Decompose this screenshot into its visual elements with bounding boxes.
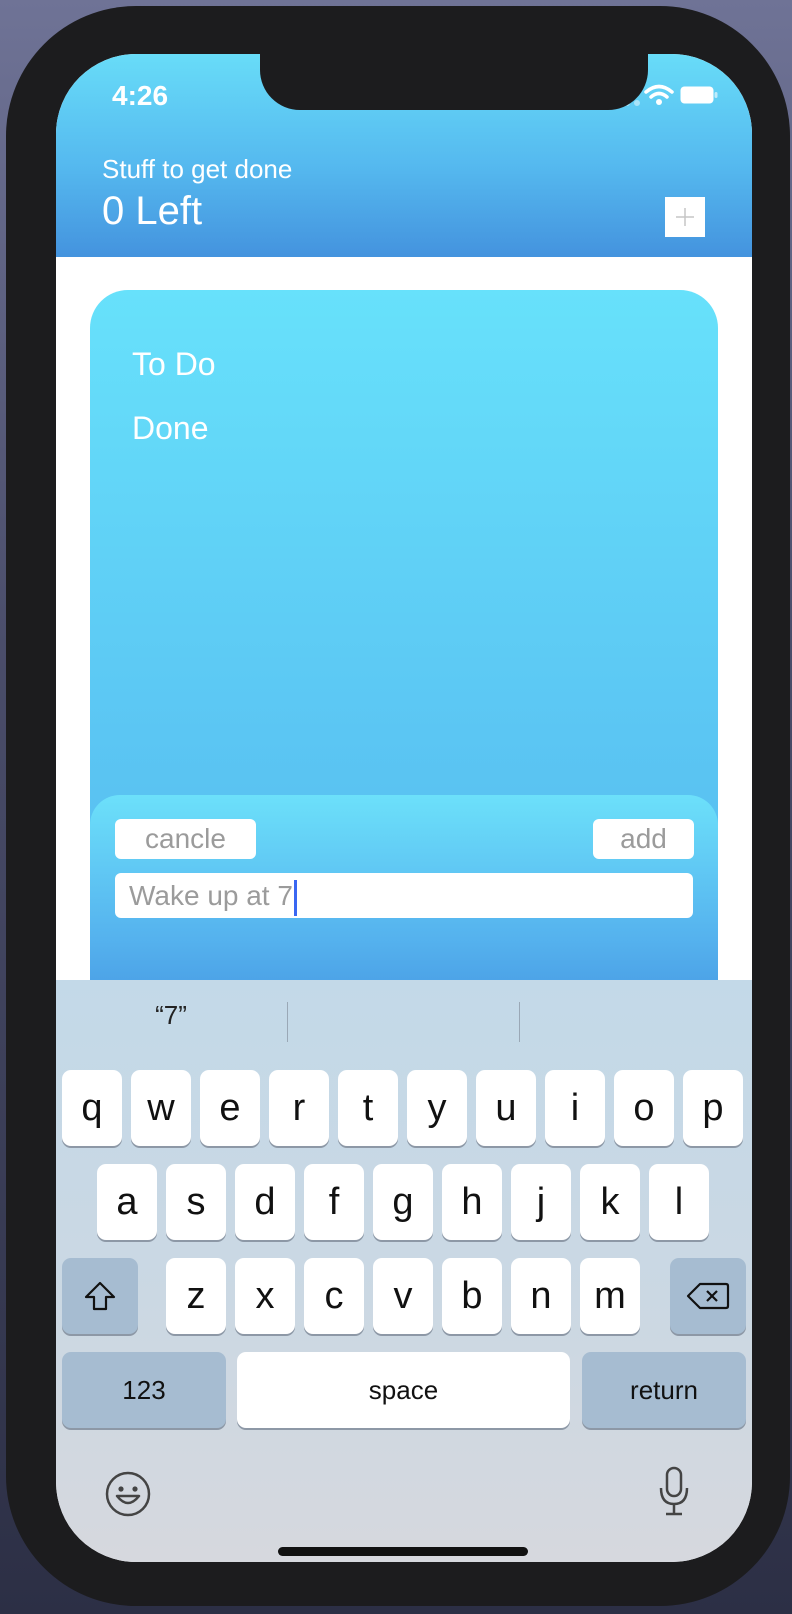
key-l[interactable]: l: [649, 1164, 709, 1240]
remaining-count: 0 Left: [102, 189, 203, 233]
key-b[interactable]: b: [442, 1258, 502, 1334]
task-list-card: To Do Done cancle add Wake up at 7: [90, 290, 718, 1030]
battery-icon: [680, 86, 718, 104]
space-key[interactable]: space: [237, 1352, 570, 1428]
key-t[interactable]: t: [338, 1070, 398, 1146]
delete-icon: [686, 1282, 730, 1310]
microphone-icon[interactable]: [656, 1466, 692, 1518]
keyboard: “7” q w e r t y u i o p a s d f g h j k …: [56, 980, 752, 1562]
phone-frame: 4:26 Stuff to get done 0 Left To Do Done…: [6, 6, 790, 1606]
shift-key[interactable]: [62, 1258, 138, 1334]
key-m[interactable]: m: [580, 1258, 640, 1334]
key-g[interactable]: g: [373, 1164, 433, 1240]
tab-done[interactable]: Done: [132, 410, 209, 447]
home-indicator: [278, 1547, 528, 1556]
key-n[interactable]: n: [511, 1258, 571, 1334]
add-button[interactable]: add: [593, 819, 694, 859]
numbers-key[interactable]: 123: [62, 1352, 226, 1428]
suggestion-divider: [519, 1002, 520, 1042]
suggestion-1[interactable]: “7”: [56, 1000, 286, 1031]
key-r[interactable]: r: [269, 1070, 329, 1146]
key-w[interactable]: w: [131, 1070, 191, 1146]
key-h[interactable]: h: [442, 1164, 502, 1240]
task-input[interactable]: Wake up at 7: [115, 873, 693, 918]
add-task-button[interactable]: [665, 197, 705, 237]
wifi-icon: [644, 84, 674, 105]
key-z[interactable]: z: [166, 1258, 226, 1334]
key-p[interactable]: p: [683, 1070, 743, 1146]
header-subtitle: Stuff to get done: [102, 154, 293, 184]
key-y[interactable]: y: [407, 1070, 467, 1146]
key-e[interactable]: e: [200, 1070, 260, 1146]
app-screen: 4:26 Stuff to get done 0 Left To Do Done…: [56, 54, 752, 1562]
key-o[interactable]: o: [614, 1070, 674, 1146]
return-key[interactable]: return: [582, 1352, 746, 1428]
key-d[interactable]: d: [235, 1164, 295, 1240]
notch: [260, 54, 648, 110]
task-input-text: Wake up at 7: [129, 880, 293, 911]
key-u[interactable]: u: [476, 1070, 536, 1146]
delete-key[interactable]: [670, 1258, 746, 1334]
key-k[interactable]: k: [580, 1164, 640, 1240]
key-f[interactable]: f: [304, 1164, 364, 1240]
tab-to-do[interactable]: To Do: [132, 346, 216, 383]
key-a[interactable]: a: [97, 1164, 157, 1240]
suggestion-divider: [287, 1002, 288, 1042]
shift-icon: [84, 1281, 116, 1311]
key-i[interactable]: i: [545, 1070, 605, 1146]
key-v[interactable]: v: [373, 1258, 433, 1334]
key-x[interactable]: x: [235, 1258, 295, 1334]
key-c[interactable]: c: [304, 1258, 364, 1334]
status-time: 4:26: [112, 80, 169, 111]
emoji-icon[interactable]: [104, 1470, 152, 1518]
text-caret: [293, 879, 297, 916]
key-q[interactable]: q: [62, 1070, 122, 1146]
key-s[interactable]: s: [166, 1164, 226, 1240]
key-j[interactable]: j: [511, 1164, 571, 1240]
cancel-button[interactable]: cancle: [115, 819, 256, 859]
plus-icon: [676, 208, 694, 226]
